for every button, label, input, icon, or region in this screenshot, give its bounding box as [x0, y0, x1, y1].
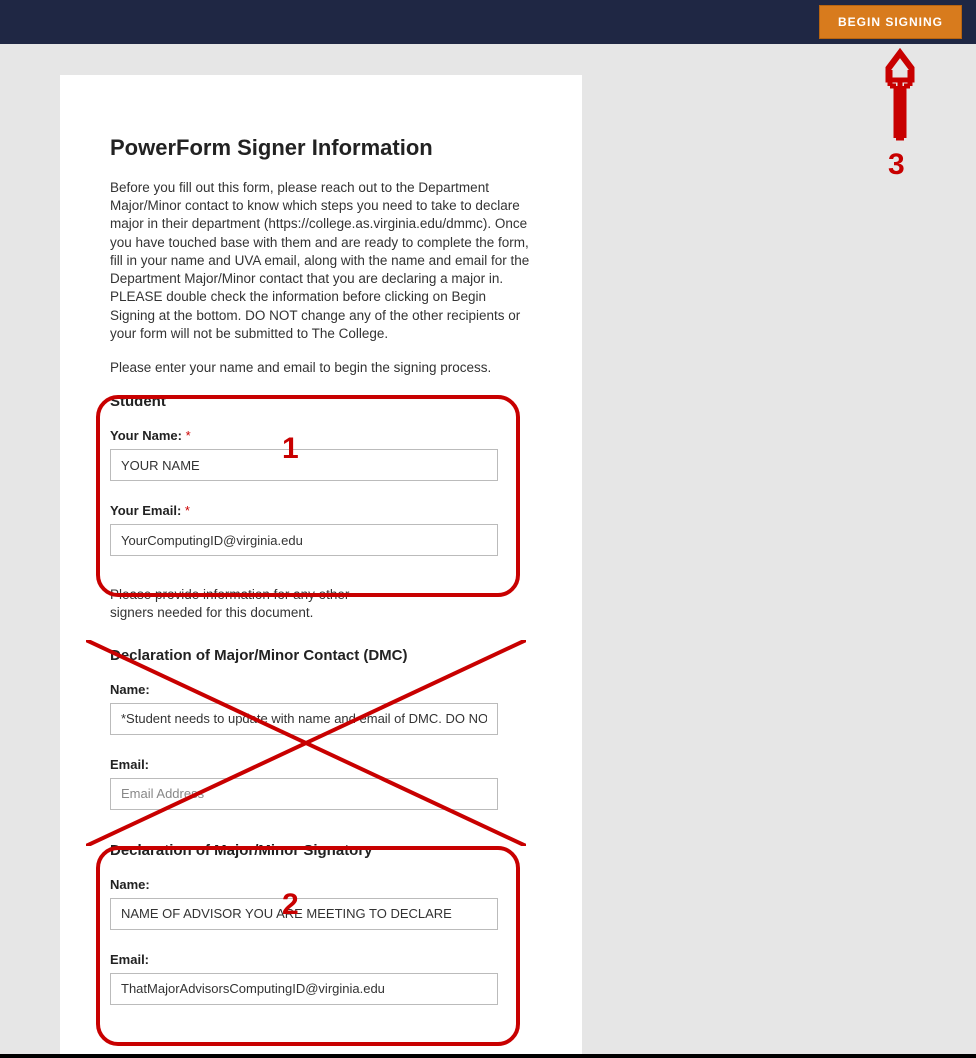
signatory-email-input[interactable] [110, 973, 498, 1005]
up-arrow-icon [880, 48, 920, 142]
form-card: PowerForm Signer Information Before you … [60, 75, 582, 1057]
student-email-label-text: Your Email: [110, 503, 185, 518]
student-email-label: Your Email: * [110, 503, 532, 518]
intro-paragraph: Before you fill out this form, please re… [110, 179, 532, 343]
student-name-input[interactable] [110, 449, 498, 481]
required-marker: * [185, 503, 190, 518]
student-name-label-text: Your Name: [110, 428, 186, 443]
signatory-heading: Declaration of Major/Minor Signatory [110, 842, 532, 859]
signatory-email-label: Email: [110, 952, 532, 967]
annotation-number-3: 3 [888, 148, 905, 182]
secondary-note-line2: signers needed for this document. [110, 605, 313, 620]
student-name-label: Your Name: * [110, 428, 532, 443]
signatory-name-label: Name: [110, 877, 532, 892]
dmc-email-label: Email: [110, 757, 532, 772]
intro-line-2: Please enter your name and email to begi… [110, 359, 532, 377]
dmc-heading: Declaration of Major/Minor Contact (DMC) [110, 647, 532, 664]
bottom-border [0, 1054, 976, 1058]
dmc-name-label: Name: [110, 682, 532, 697]
student-email-input[interactable] [110, 524, 498, 556]
student-heading: Student [110, 393, 532, 410]
required-marker: * [186, 428, 191, 443]
secondary-note-line1: Please provide information for any other [110, 587, 349, 602]
page-title: PowerForm Signer Information [110, 135, 532, 161]
dmc-name-input[interactable] [110, 703, 498, 735]
dmc-email-input[interactable] [110, 778, 498, 810]
signatory-name-input[interactable] [110, 898, 498, 930]
secondary-note: Please provide information for any other… [110, 586, 532, 622]
top-bar: BEGIN SIGNING [0, 0, 976, 44]
begin-signing-button[interactable]: BEGIN SIGNING [819, 5, 962, 39]
